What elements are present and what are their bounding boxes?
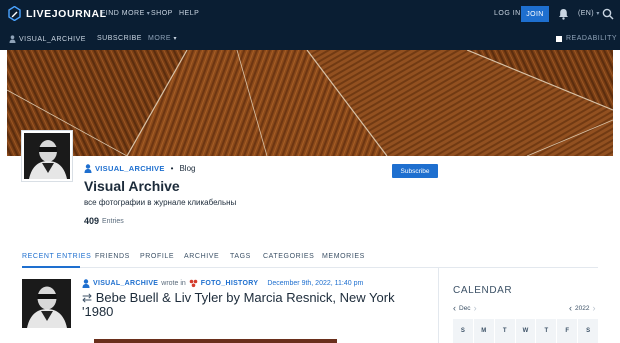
chevron-left-icon[interactable]: ‹ [569, 303, 572, 313]
repost-icon: ⇄ [82, 291, 93, 305]
post-author-link[interactable]: VISUAL_ARCHIVE [93, 280, 158, 287]
user-icon [9, 35, 16, 43]
post-community-link[interactable]: FOTO_HISTORY [201, 280, 259, 287]
join-button[interactable]: JOIN [521, 6, 549, 22]
logo-text: LIVEJOURNAL [26, 7, 107, 20]
journal-banner-image [7, 50, 613, 156]
sidebar-divider [438, 268, 439, 343]
checkbox[interactable] [556, 35, 562, 42]
nav-shop[interactable]: SHOP [151, 10, 173, 17]
search-icon[interactable] [602, 8, 614, 20]
readability-label: READABILITY [566, 35, 618, 42]
calendar-year[interactable]: 2022 [575, 305, 589, 312]
subbar-user-link[interactable]: VISUAL_ARCHIVE [9, 35, 86, 43]
chevron-down-icon: ▾ [146, 11, 151, 17]
tab-friends[interactable]: FRIENDS [95, 253, 130, 260]
wrote-in-text: wrote in [161, 280, 186, 287]
pencil-logo-icon [8, 6, 21, 21]
subbar-subscribe-link[interactable]: SUBSCRIBE [97, 35, 142, 42]
chevron-down-icon: ▾ [173, 36, 177, 42]
entries-label: Entries [102, 218, 124, 225]
weekday-label: S [578, 319, 600, 343]
journal-username-link[interactable]: VISUAL_ARCHIVE [95, 164, 165, 173]
post-image[interactable] [94, 339, 337, 343]
journal-description: все фотографии в журнале кликабельны [84, 198, 237, 207]
chevron-down-icon: ▾ [596, 11, 600, 17]
weekday-label: T [495, 319, 516, 343]
nav-help[interactable]: HELP [179, 10, 199, 17]
user-icon [82, 279, 90, 288]
calendar-title: CALENDAR [453, 285, 513, 296]
post-title[interactable]: ⇄ Bebe Buell & Liv Tyler by Marcia Resni… [82, 291, 422, 319]
language-selector[interactable]: (EN) ▾ [578, 10, 600, 17]
subbar-more-menu[interactable]: MORE ▾ [148, 35, 177, 42]
calendar-month-nav: ‹ Dec › [453, 303, 477, 313]
separator-dot: • [170, 164, 174, 173]
post-title-text: Bebe Buell & Liv Tyler by Marcia Resnick… [82, 290, 395, 319]
chevron-left-icon[interactable]: ‹ [453, 303, 456, 313]
subscribe-button[interactable]: Subscribe [392, 164, 438, 178]
entries-count: 409 [84, 216, 100, 226]
journal-kind: Blog [179, 164, 196, 173]
nav-find-more[interactable]: FIND MORE ▾ [101, 10, 150, 17]
tabs-divider [22, 267, 598, 268]
weekday-label: S [453, 319, 474, 343]
post-author-avatar[interactable] [22, 279, 71, 328]
tab-recent-entries[interactable]: RECENT ENTRIES [22, 253, 91, 260]
readability-toggle[interactable]: READABILITY [556, 35, 617, 42]
calendar-year-nav: ‹ 2022 › [569, 303, 595, 313]
language-label: (EN) [578, 10, 594, 17]
calendar-month[interactable]: Dec [459, 305, 471, 312]
user-icon [84, 164, 92, 173]
community-icon [189, 279, 198, 288]
journal-title: Visual Archive [84, 178, 180, 194]
tab-memories[interactable]: MEMORIES [322, 253, 365, 260]
subbar-more-label: MORE [148, 35, 171, 42]
weekday-label: W [516, 319, 537, 343]
journal-avatar[interactable] [22, 131, 72, 181]
weekday-label: M [474, 319, 495, 343]
journal-byline: VISUAL_ARCHIVE • Blog [84, 164, 195, 173]
tab-tags[interactable]: TAGS [230, 253, 251, 260]
tab-archive[interactable]: ARCHIVE [184, 253, 219, 260]
weekday-label: F [557, 319, 579, 343]
active-tab-indicator [22, 266, 80, 268]
livejournal-logo[interactable]: LIVEJOURNAL [8, 6, 107, 21]
bell-icon[interactable] [558, 8, 569, 20]
calendar-weekday-header: S M T W T F S [453, 319, 600, 343]
journal-subbar [0, 28, 620, 50]
post-meta: VISUAL_ARCHIVE wrote in FOTO_HISTORY Dec… [82, 279, 363, 288]
chevron-right-icon[interactable]: › [592, 303, 595, 313]
login-link[interactable]: LOG IN [494, 10, 521, 17]
subbar-username: VISUAL_ARCHIVE [19, 35, 86, 43]
post-date-link[interactable]: December 9th, 2022, 11:40 pm [267, 280, 363, 287]
chevron-right-icon[interactable]: › [474, 303, 477, 313]
tab-categories[interactable]: CATEGORIES [263, 253, 314, 260]
tab-profile[interactable]: PROFILE [140, 253, 174, 260]
nav-find-more-label: FIND MORE [101, 10, 145, 17]
weekday-label: T [536, 319, 558, 343]
